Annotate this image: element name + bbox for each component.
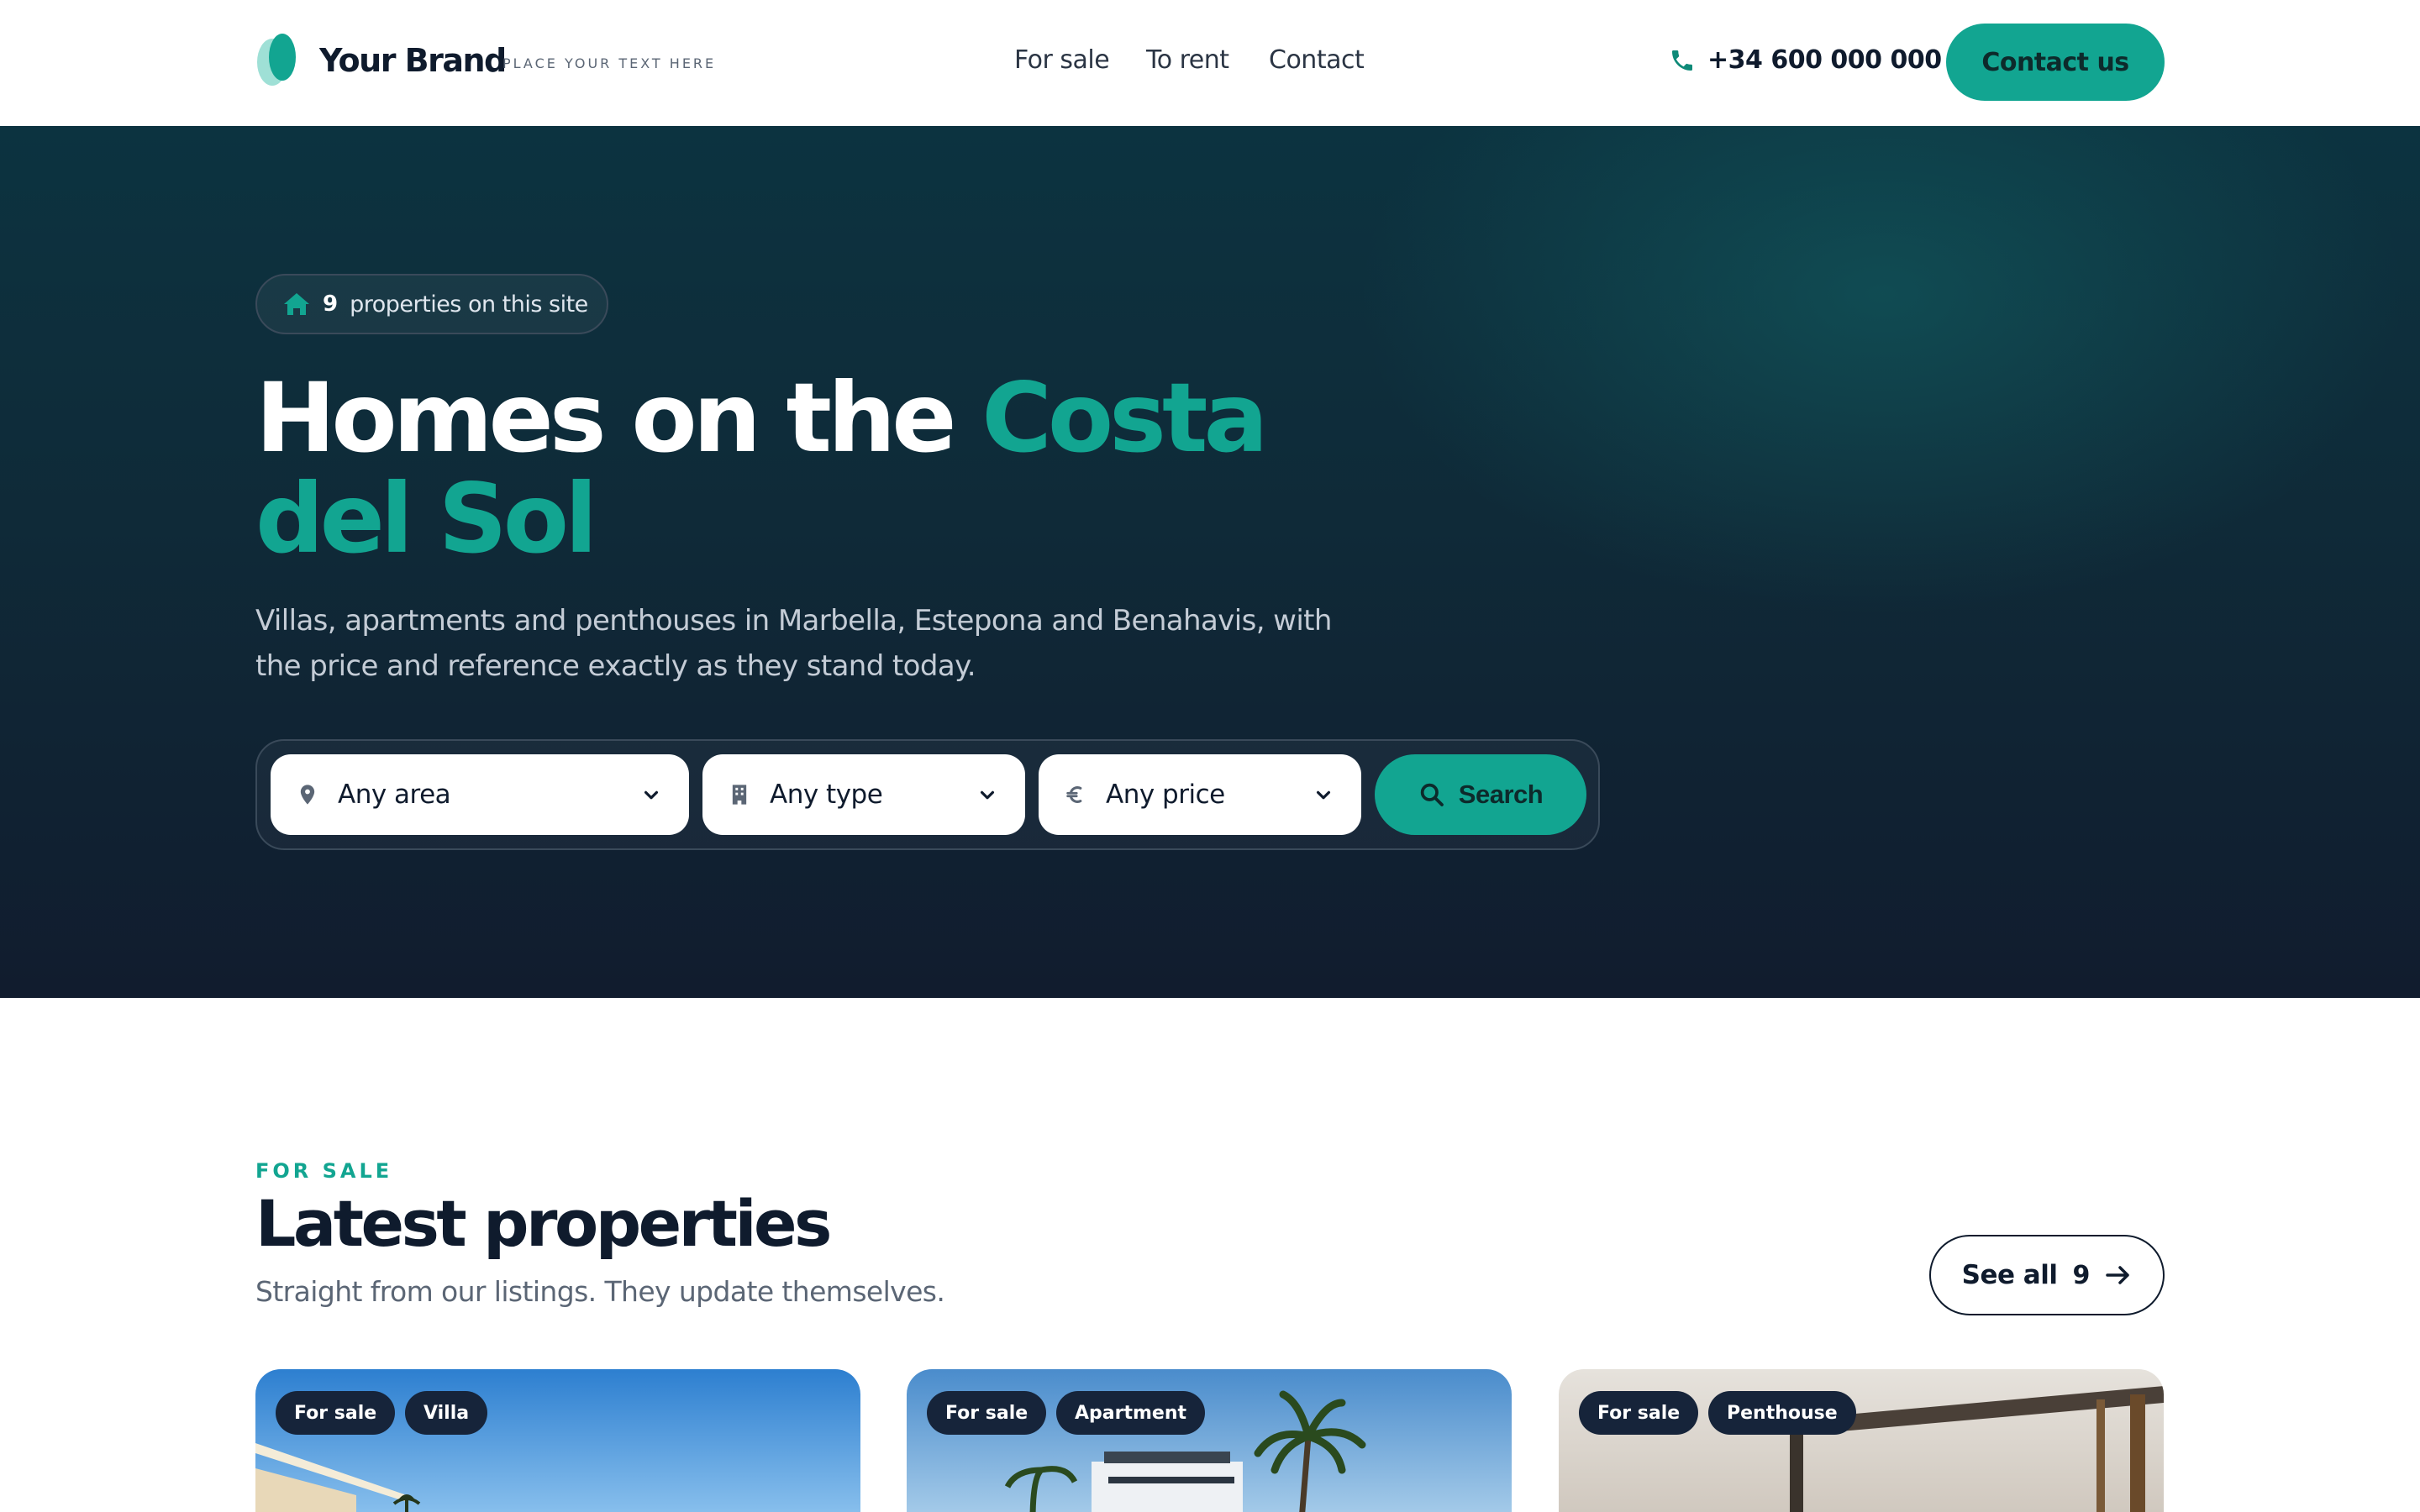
area-select-value: Any area	[338, 780, 451, 810]
property-card-apartment[interactable]: For sale Apartment	[907, 1369, 1512, 1512]
brand-tagline: PLACE YOUR TEXT HERE	[502, 55, 717, 71]
type-select[interactable]: Any type	[702, 754, 1025, 835]
area-select[interactable]: Any area	[271, 754, 689, 835]
search-button[interactable]: Search	[1375, 754, 1586, 835]
phone-link[interactable]: +34 600 000 000	[1669, 45, 1942, 75]
see-all-label: See all	[1961, 1260, 2058, 1290]
nav-to-rent[interactable]: To rent	[1146, 45, 1229, 75]
phone-icon	[1672, 50, 1692, 71]
property-search-bar: Any area Any type Any price Search	[255, 739, 1600, 850]
brand-logo-icon[interactable]	[255, 34, 299, 87]
hero-title: Homes on the Costa del Sol	[255, 368, 1348, 570]
building-icon	[732, 785, 747, 805]
property-card-villa[interactable]: For sale Villa	[255, 1369, 860, 1512]
site-header: Your Brand PLACE YOUR TEXT HERE For sale…	[0, 0, 2420, 126]
search-button-label: Search	[1458, 780, 1544, 809]
search-icon	[1420, 783, 1444, 806]
nav-contact[interactable]: Contact	[1269, 45, 1365, 75]
chevron-down-icon	[1316, 790, 1331, 800]
phone-number: +34 600 000 000	[1707, 45, 1942, 75]
property-count: 9	[323, 291, 339, 317]
property-card-penthouse[interactable]: For sale Penthouse	[1559, 1369, 2164, 1512]
brand-name[interactable]: Your Brand	[319, 42, 507, 79]
section-kicker: FOR SALE	[255, 1159, 393, 1183]
arrow-right-icon	[2106, 1266, 2130, 1284]
type-badge: Apartment	[1056, 1391, 1206, 1435]
home-icon	[284, 293, 309, 315]
type-badge: Villa	[405, 1391, 488, 1435]
section-title: Latest properties	[255, 1186, 832, 1261]
price-select-value: Any price	[1106, 780, 1225, 810]
status-badge: For sale	[276, 1391, 396, 1435]
type-badge: Penthouse	[1708, 1391, 1856, 1435]
contact-us-button[interactable]: Contact us	[1946, 24, 2165, 101]
hero-title-main: Homes on the	[255, 362, 982, 474]
chevron-down-icon	[980, 790, 995, 800]
see-all-count: 9	[2072, 1260, 2091, 1290]
euro-icon	[1066, 786, 1082, 803]
type-select-value: Any type	[770, 780, 883, 810]
section-subtitle: Straight from our listings. They update …	[255, 1275, 945, 1308]
property-count-badge: 9 properties on this site	[255, 274, 608, 334]
nav-for-sale[interactable]: For sale	[1014, 45, 1110, 75]
see-all-button[interactable]: See all 9	[1929, 1235, 2165, 1315]
hero-subtitle: Villas, apartments and penthouses in Mar…	[255, 604, 1332, 683]
hero-section: 9 properties on this site Homes on the C…	[0, 126, 2420, 998]
price-select[interactable]: Any price	[1039, 754, 1361, 835]
location-pin-icon	[300, 785, 315, 805]
status-badge: For sale	[927, 1391, 1047, 1435]
status-badge: For sale	[1579, 1391, 1699, 1435]
chevron-down-icon	[644, 790, 659, 800]
property-count-label: properties on this site	[350, 291, 588, 318]
